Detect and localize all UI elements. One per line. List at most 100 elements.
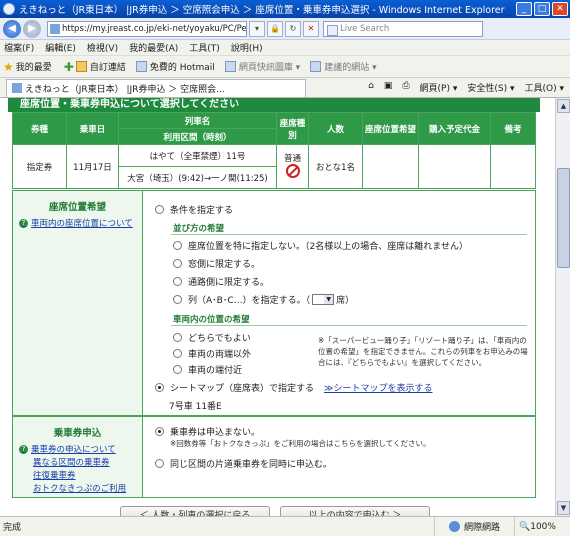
no-ticket-note: ※回数券等「おトクなきっぷ」をご利用の場合はこちらを選択してください。 <box>170 439 431 448</box>
divider <box>171 234 527 235</box>
radio-window[interactable] <box>173 259 182 268</box>
fav-custom-links[interactable]: 自訂連結 <box>75 60 126 73</box>
radio-row[interactable] <box>173 295 182 304</box>
stop-icon[interactable]: ✕ <box>303 20 319 37</box>
cmd-safety[interactable]: 安全性(S) ▾ <box>467 81 514 94</box>
close-button[interactable]: ✕ <box>552 2 568 16</box>
header-people: 人数 <box>308 112 363 145</box>
opt-no-ticket[interactable]: 乗車券は申込まない。 <box>155 425 260 438</box>
opt-any[interactable]: どちらでもよい <box>173 331 251 344</box>
cell-type: 指定券 <box>12 144 67 189</box>
menu-bar: 檔案(F) 編輯(E) 檢視(V) 我的最愛(A) 工具(T) 說明(H) <box>0 40 570 56</box>
opt-same-section[interactable]: 同じ区間の片道乗車券を同時に申込む。 <box>155 457 332 470</box>
window-title-bar: えきねっと（JR東日本） |JR券申込 ＞ 空席照会申込 ＞ 座席位置・乗車券申… <box>0 0 570 18</box>
vertical-scrollbar[interactable]: ▲ ▼ <box>555 98 570 516</box>
link-discount-tickets[interactable]: おトクなきっぷのご利用 <box>33 482 136 494</box>
table-row: 指定券 11月17日 はやて（全車禁煙）11号 普通 おとな1名 <box>12 144 536 189</box>
radio-same-section[interactable] <box>155 459 164 468</box>
feeds-icon[interactable]: ▣ <box>384 81 393 94</box>
header-date: 乗車日 <box>66 112 119 145</box>
scroll-thumb[interactable] <box>557 168 570 268</box>
seat-pref-panel: 座席位置希望 ? 車両内の座席位置について 条件を指定する 並び方の希望 座席位置… <box>12 190 536 416</box>
star-icon[interactable]: ★ <box>3 60 14 74</box>
radio-any[interactable] <box>173 333 182 342</box>
opt-row[interactable]: 列（A･B･C…）を指定する。（席） <box>173 293 354 306</box>
seat-pos-help-link[interactable]: ? 車両内の座席位置について <box>19 217 136 229</box>
header-price: 購入予定代金 <box>418 112 491 145</box>
scroll-up-icon[interactable]: ▲ <box>557 99 570 113</box>
opt-near-end[interactable]: 車両の端付近 <box>173 363 242 376</box>
cell-seat-pos <box>362 144 419 189</box>
lock-icon[interactable]: 🔒 <box>267 20 283 37</box>
radio-none[interactable] <box>173 241 182 250</box>
back-arrow-icon[interactable]: ◀ <box>3 19 21 38</box>
radio-no-ticket[interactable] <box>155 427 164 436</box>
menu-favorites[interactable]: 我的最愛(A) <box>129 41 178 54</box>
position-note: ※「スーパービュー踊り子」「リゾート踊り子」は、「車両内の位置の希望」を指定でき… <box>318 336 528 367</box>
section-title: 座席位置・乗車券申込について選択してください <box>8 98 540 112</box>
ticket-apply-head: 乗車券申込 ? 乗車券の申込について 異なる区間の乗車券 往復乗車券 おトクなきっ… <box>13 417 143 497</box>
cmd-tools[interactable]: 工具(O) ▾ <box>525 81 565 94</box>
home-icon[interactable]: ⌂ <box>368 81 374 94</box>
page-icon <box>135 61 147 72</box>
cell-price <box>418 144 491 189</box>
opt-ends[interactable]: 車両の両端以外 <box>173 347 251 360</box>
menu-help[interactable]: 說明(H) <box>231 41 263 54</box>
cmd-page[interactable]: 網頁(P) ▾ <box>420 81 458 94</box>
car-type-text: 普通 <box>283 154 301 164</box>
help-icon: ? <box>19 218 28 228</box>
address-field[interactable]: https://my.jreast.co.jp/eki-net/yoyaku/P… <box>47 20 247 37</box>
status-text: 完成 <box>3 523 22 533</box>
menu-view[interactable]: 檢視(V) <box>87 41 118 54</box>
menu-file[interactable]: 檔案(F) <box>4 41 34 54</box>
fav-suggested[interactable]: 建議的網站 ▾ <box>310 60 377 73</box>
seatmap-link[interactable]: ≫シートマップを表示する <box>324 381 432 394</box>
opt-window[interactable]: 窓側に限定する。 <box>173 257 260 270</box>
favorites-label[interactable]: 我的最愛 <box>16 60 52 73</box>
security-zone: 網際網路 <box>433 517 514 536</box>
no-smoking-icon <box>285 164 300 178</box>
fav-web-slice[interactable]: 網頁快訊圖庫 ▾ <box>224 60 300 73</box>
radio-seatmap[interactable] <box>155 383 164 392</box>
print-icon[interactable]: ⎙ <box>402 81 409 94</box>
header-type: 券種 <box>12 112 67 145</box>
address-toolbar: ◀ ▶ https://my.jreast.co.jp/eki-net/yoya… <box>0 18 570 40</box>
forward-arrow-icon[interactable]: ▶ <box>23 19 41 38</box>
back-button[interactable]: ＜ 人数・列車の選択に戻る <box>120 506 270 516</box>
scroll-down-icon[interactable]: ▼ <box>557 501 570 515</box>
zoom-control[interactable]: 🔍 100% <box>514 517 570 536</box>
status-bar: 完成 網際網路 🔍 100% <box>0 516 570 536</box>
radio-ends[interactable] <box>173 349 182 358</box>
opt-none[interactable]: 座席位置を特に指定しない。（2名様以上の場合、座席は離れません） <box>173 239 468 252</box>
ticket-table: 券種 乗車日 列車名 座席種別 人数 座席位置希望 購入予定代金 備考 利用区間… <box>12 112 536 189</box>
opt-specify[interactable]: 条件を指定する <box>155 203 233 216</box>
add-favorite-icon[interactable]: ✚ <box>64 60 74 74</box>
row-select[interactable] <box>312 294 335 305</box>
opt-seatmap[interactable]: シートマップ（座席表）で指定する ≫シートマップを表示する <box>155 381 432 394</box>
cell-people: おとな1名 <box>308 144 363 189</box>
browser-tab[interactable]: えきねっと（JR東日本） |JR券申込 ＞ 空席照会... <box>6 78 306 97</box>
radio-aisle[interactable] <box>173 277 182 286</box>
group-order-title: 並び方の希望 <box>173 224 225 234</box>
link-round-trip[interactable]: 往復乗車券 <box>33 469 136 481</box>
search-input[interactable]: Live Search <box>323 20 483 37</box>
link-different-section[interactable]: 異なる区間の乗車券 <box>33 456 136 468</box>
cell-date: 11月17日 <box>66 144 119 189</box>
radio-near-end[interactable] <box>173 365 182 374</box>
fav-hotmail[interactable]: 免費的 Hotmail <box>135 60 215 73</box>
maximize-button[interactable]: □ <box>534 2 550 16</box>
refresh-icon[interactable]: ↻ <box>285 20 301 37</box>
minimize-button[interactable]: _ <box>516 2 532 16</box>
submit-button[interactable]: 以上の内容で申込む ＞ <box>280 506 430 516</box>
ticket-help-link[interactable]: ? 乗車券の申込について <box>19 443 136 455</box>
header-section: 利用区間（時刻） <box>118 128 277 145</box>
seat-pref-title: 座席位置希望 <box>48 202 106 213</box>
header-car: 座席種別 <box>276 112 309 145</box>
radio-specify[interactable] <box>155 205 164 214</box>
ticket-apply-panel: 乗車券申込 ? 乗車券の申込について 異なる区間の乗車券 往復乗車券 おトクなきっ… <box>12 416 536 498</box>
menu-edit[interactable]: 編輯(E) <box>45 41 76 54</box>
menu-tools[interactable]: 工具(T) <box>189 41 220 54</box>
address-dropdown-icon[interactable]: ▾ <box>249 20 265 37</box>
favorites-bar: ★ 我的最愛 ✚ 自訂連結 免費的 Hotmail 網頁快訊圖庫 ▾ 建議的網站… <box>0 56 570 78</box>
opt-aisle[interactable]: 通路側に限定する。 <box>173 275 269 288</box>
